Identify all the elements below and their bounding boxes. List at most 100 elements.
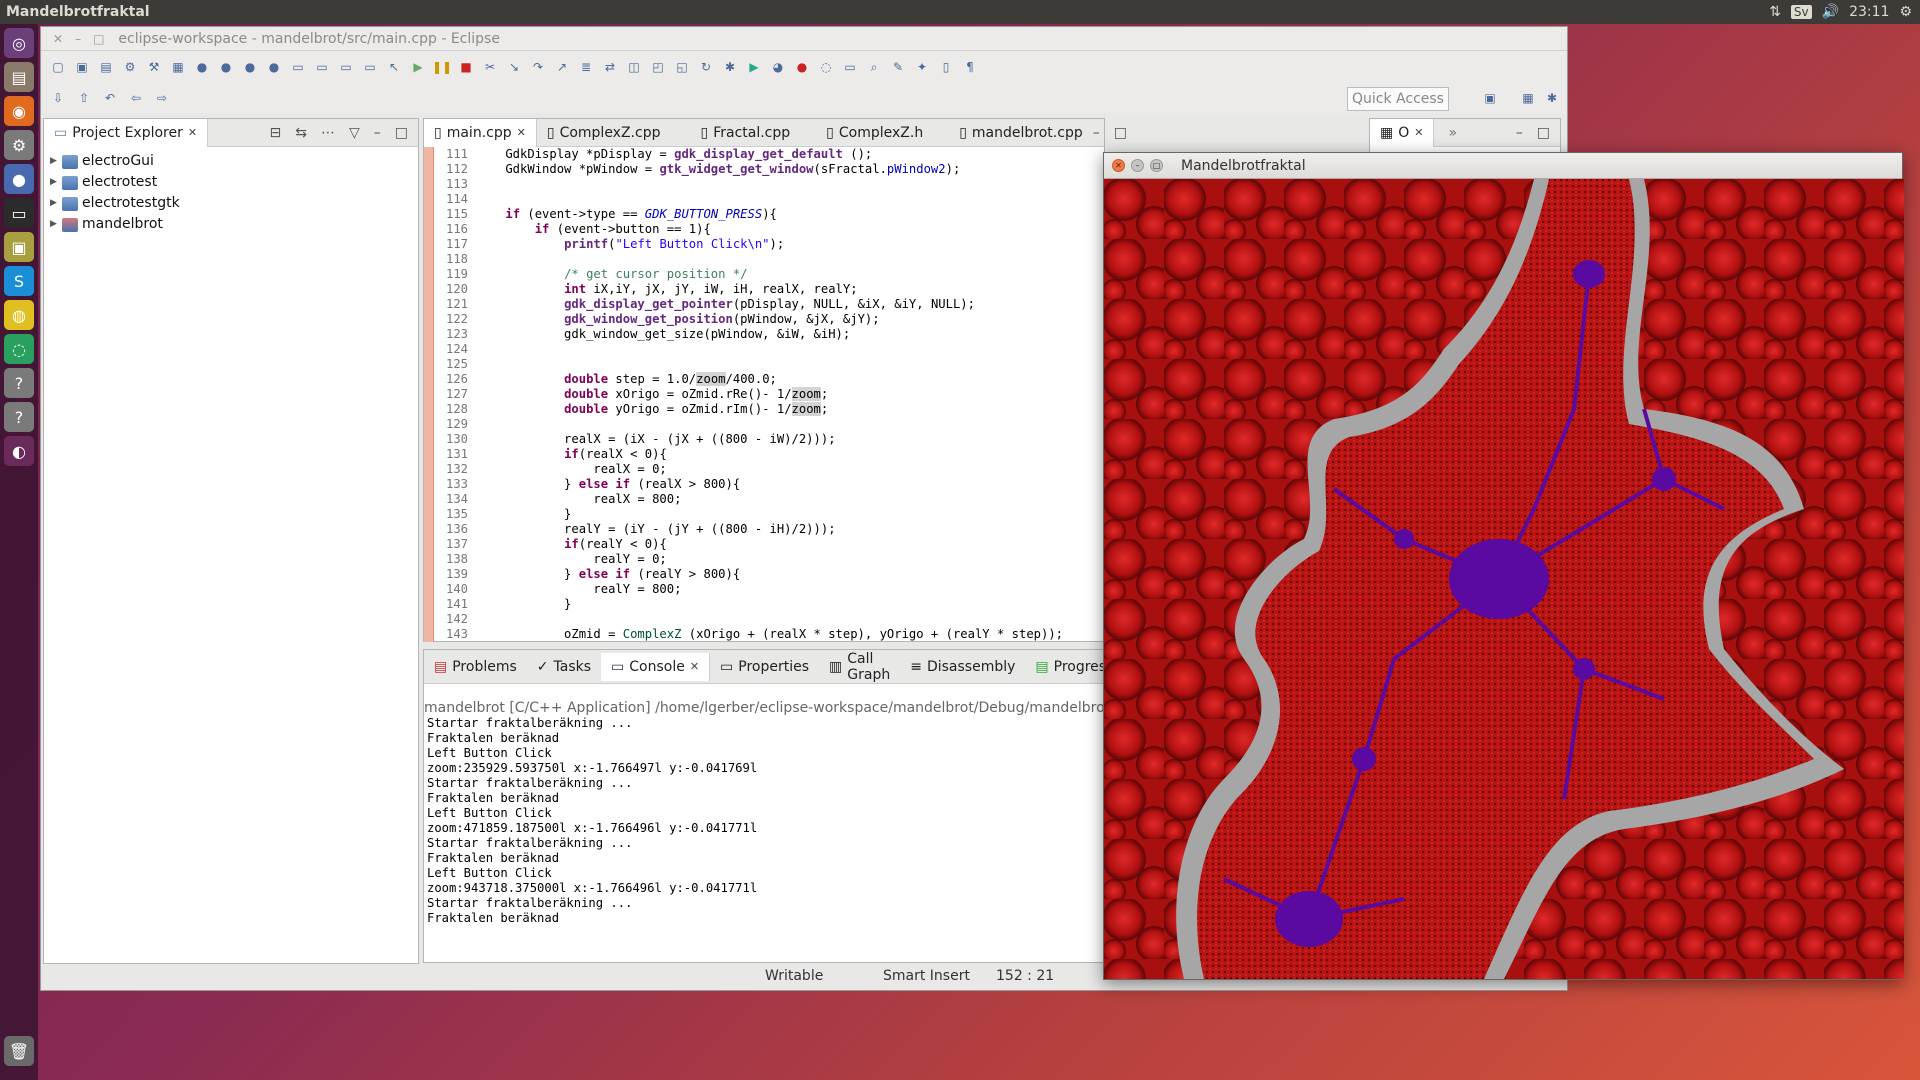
profile-icon[interactable]: ● [193, 58, 211, 76]
suspend-icon[interactable]: ❚❚ [432, 58, 452, 76]
tab-outline[interactable]: ▦ O ✕ [1370, 118, 1435, 147]
save-all-icon[interactable]: ▤ [97, 58, 115, 76]
close-icon[interactable]: ✕ [1112, 159, 1125, 172]
tree-item[interactable]: ▶ electroGui [50, 151, 412, 172]
chrome-icon[interactable]: ◍ [4, 300, 34, 330]
collapse-all-icon[interactable]: ⊟ [270, 125, 282, 141]
filter-icon[interactable]: ⋯ [321, 125, 335, 141]
open-type-icon[interactable]: ◌ [817, 58, 835, 76]
new-icon[interactable]: ▢ [49, 58, 67, 76]
search-icon[interactable]: ⌕ [865, 58, 883, 76]
tab-disassembly[interactable]: ≡ Disassembly [900, 653, 1025, 681]
new-folder-icon[interactable]: ◰ [649, 58, 667, 76]
close-icon[interactable]: ✕ [188, 126, 197, 139]
open-perspective-icon[interactable]: ▣ [1481, 89, 1499, 107]
tab-tasks[interactable]: ✓ Tasks [527, 653, 601, 681]
trash-icon[interactable]: 🗑 [4, 1036, 34, 1066]
settings-icon[interactable]: ⚙ [121, 58, 139, 76]
unknown-app-icon-2[interactable]: ? [4, 402, 34, 432]
coverage-icon[interactable]: ◕ [769, 58, 787, 76]
terminate-icon[interactable]: ■ [457, 58, 475, 76]
expand-arrow-icon[interactable]: ▶ [50, 193, 58, 214]
firefox-icon[interactable]: ◉ [4, 96, 34, 126]
cpp-perspective-icon[interactable]: ▦ [1519, 89, 1537, 107]
unknown-app-icon[interactable]: ? [4, 368, 34, 398]
disconnect-icon[interactable]: ✂ [481, 58, 499, 76]
tab-console[interactable]: ▭ Console ✕ [601, 652, 711, 681]
settings-gear-icon[interactable]: ⚙ [1899, 4, 1912, 20]
terminal-icon[interactable]: ▭ [4, 198, 34, 228]
link-editor-icon[interactable]: ⇆ [295, 125, 307, 141]
expand-arrow-icon[interactable]: ▶ [50, 151, 58, 172]
window-icon-2[interactable]: ▭ [313, 58, 331, 76]
profile-icon-2[interactable]: ● [217, 58, 235, 76]
maximize-icon[interactable]: □ [93, 32, 104, 46]
tab-main-cpp[interactable]: ▯ main.cpp ✕ [424, 118, 537, 147]
code-area[interactable]: 111 112 113 114 115 116 117 118 119 120 … [424, 147, 1104, 642]
skype-icon[interactable]: S [4, 266, 34, 296]
maximize-icon[interactable]: □ [395, 125, 408, 141]
system-settings-icon[interactable]: ⚙ [4, 130, 34, 160]
mark-icon[interactable]: ✦ [913, 58, 931, 76]
window-icon-4[interactable]: ▭ [361, 58, 379, 76]
close-icon[interactable]: ✕ [517, 126, 526, 139]
files-icon[interactable]: ▤ [4, 62, 34, 92]
maximize-icon[interactable]: □ [1114, 125, 1127, 141]
fractal-canvas[interactable] [1104, 179, 1904, 979]
quick-access-field[interactable]: Quick Access [1347, 87, 1449, 111]
debug-perspective-icon[interactable]: ✱ [1543, 89, 1561, 107]
tab-properties[interactable]: ▭ Properties [710, 653, 819, 681]
tree-item[interactable]: ▶ electrotest [50, 172, 412, 193]
minimize-icon[interactable]: – [1131, 159, 1144, 172]
build-hammer-icon[interactable]: ⚒ [145, 58, 163, 76]
network-icon[interactable]: ⇅ [1769, 4, 1781, 20]
tab-project-explorer[interactable]: ▭ Project Explorer ✕ [44, 118, 209, 147]
network-app-icon[interactable]: ◌ [4, 334, 34, 364]
edit-icon[interactable]: ✎ [889, 58, 907, 76]
window-icon[interactable]: ▭ [289, 58, 307, 76]
close-icon[interactable]: ✕ [1414, 126, 1423, 139]
view-menu-icon[interactable]: ▽ [349, 125, 360, 141]
browser-icon[interactable]: ● [4, 164, 34, 194]
bookmark-icon[interactable]: ▯ [937, 58, 955, 76]
more-views-icon[interactable]: » [1434, 125, 1457, 141]
last-edit-icon[interactable]: ↶ [101, 89, 119, 107]
step-into-icon[interactable]: ↘ [505, 58, 523, 76]
pointer-icon[interactable]: ↖ [385, 58, 403, 76]
format-icon[interactable]: ≣ [577, 58, 595, 76]
step-over-icon[interactable]: ↷ [529, 58, 547, 76]
next-annotation-icon[interactable]: ⇩ [49, 89, 67, 107]
toggle-icon[interactable]: ⇄ [601, 58, 619, 76]
maximize-icon[interactable]: □ [1150, 159, 1163, 172]
expand-arrow-icon[interactable]: ▶ [50, 172, 58, 193]
minimize-icon[interactable]: – [1093, 125, 1100, 141]
new-file-icon[interactable]: ◱ [673, 58, 691, 76]
tree-item[interactable]: ▶ mandelbrot [50, 214, 412, 235]
run-icon[interactable]: ▶ [745, 58, 763, 76]
window-icon-3[interactable]: ▭ [337, 58, 355, 76]
minimize-icon[interactable]: – [75, 32, 81, 46]
tree-item[interactable]: ▶ electrotestgtk [50, 193, 412, 214]
step-return-icon[interactable]: ↗ [553, 58, 571, 76]
clock[interactable]: 23:11 [1849, 4, 1889, 20]
minimize-icon[interactable]: – [1516, 125, 1523, 141]
tab-complexz-h[interactable]: ▯ ComplexZ.h [800, 119, 933, 147]
minimize-icon[interactable]: – [374, 125, 381, 141]
resume-icon[interactable]: ▶ [409, 58, 427, 76]
eclipse-icon[interactable]: ◐ [4, 436, 34, 466]
archive-icon[interactable]: ▣ [4, 232, 34, 262]
keyboard-layout-indicator[interactable]: Sv [1790, 5, 1812, 19]
tab-mandelbrot-cpp[interactable]: ▯ mandelbrot.cpp [933, 119, 1093, 147]
console-output[interactable]: Startar fraktalberäkning ... Fraktalen b… [424, 716, 1104, 926]
tab-fractal-cpp[interactable]: ▯ Fractal.cpp [670, 119, 800, 147]
build-config-icon[interactable]: ▦ [169, 58, 187, 76]
paragraph-icon[interactable]: ¶ [961, 58, 979, 76]
volume-icon[interactable]: 🔊 [1822, 4, 1839, 20]
debug-bug-icon[interactable]: ✱ [721, 58, 739, 76]
close-icon[interactable]: ✕ [53, 32, 63, 46]
external-tools-icon[interactable]: ● [793, 58, 811, 76]
save-icon[interactable]: ▣ [73, 58, 91, 76]
mandelbrot-fractal-image[interactable] [1104, 179, 1904, 979]
source-code[interactable]: GdkDisplay *pDisplay = gdk_display_get_d… [476, 147, 1104, 642]
tab-complexz-cpp[interactable]: ▯ ComplexZ.cpp [537, 119, 671, 147]
